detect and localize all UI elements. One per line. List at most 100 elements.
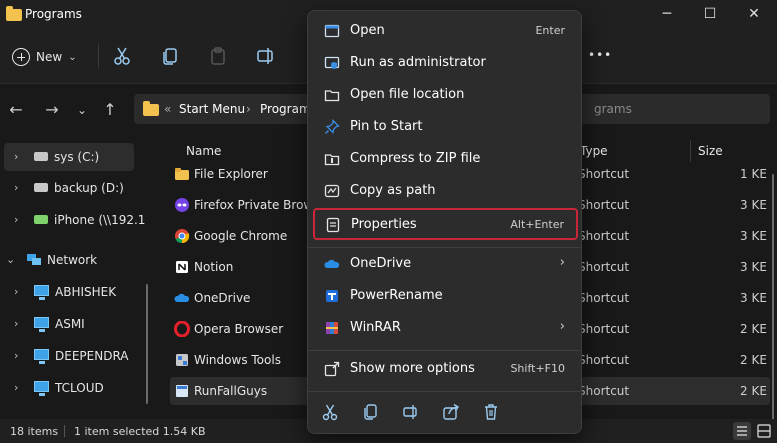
menu-item-powerrename[interactable]: PowerRename: [314, 281, 577, 311]
file-name: Notion: [194, 260, 234, 274]
menu-item-label: Properties: [351, 217, 417, 232]
column-header-size[interactable]: Size: [698, 144, 723, 158]
menu-item-show-more-options[interactable]: Show more options Shift+F10: [314, 354, 577, 384]
file-name: OneDrive: [194, 291, 251, 305]
chevron-down-icon[interactable]: ⌄: [6, 253, 15, 266]
share-icon[interactable]: [442, 403, 460, 421]
onedrive-icon: [324, 259, 340, 268]
copy-icon[interactable]: [362, 403, 380, 421]
file-size: 2 KE: [740, 384, 767, 398]
file-type: Shortcut: [578, 291, 630, 305]
more-options-button[interactable]: •••: [588, 48, 612, 62]
new-button[interactable]: New ⌄: [12, 44, 77, 70]
back-button[interactable]: ←: [6, 100, 26, 120]
column-divider[interactable]: [690, 140, 691, 162]
sidebar-item-sys-c[interactable]: › sys (C:): [4, 143, 134, 171]
network-drive-icon: [34, 215, 48, 224]
app-shortcut-icon: [176, 385, 188, 397]
chevron-right-icon[interactable]: ›: [14, 317, 18, 330]
sidebar-item-abhishek[interactable]: › ABHISHEK: [0, 278, 140, 306]
menu-item-shortcut: Alt+Enter: [510, 218, 564, 231]
sidebar-item-label: ABHISHEK: [55, 285, 117, 299]
computer-icon: [34, 285, 49, 300]
close-button[interactable]: ✕: [742, 4, 766, 24]
sidebar-item-label: backup (D:): [54, 181, 124, 195]
file-type: Shortcut: [578, 322, 630, 336]
sidebar-item-iphone[interactable]: › iPhone (\\192.1: [0, 206, 145, 234]
selection-info: 1 item selected 1.54 KB: [74, 425, 206, 438]
folder-shortcut-icon: [175, 168, 189, 180]
chevron-right-icon[interactable]: ›: [14, 285, 18, 298]
sidebar-item-network[interactable]: ⌄ Network: [0, 246, 140, 274]
column-header-type[interactable]: Type: [580, 144, 608, 158]
zip-icon: [324, 154, 340, 166]
menu-item-label: OneDrive: [350, 256, 412, 271]
cut-icon[interactable]: [112, 46, 132, 66]
file-type: Shortcut: [578, 198, 630, 212]
menu-item-properties[interactable]: Properties Alt+Enter: [313, 208, 578, 240]
column-header-name[interactable]: Name: [186, 144, 221, 158]
menu-item-label: WinRAR: [350, 320, 401, 335]
powerrename-icon: [326, 290, 338, 302]
minimize-button[interactable]: ─: [655, 4, 679, 24]
folder-icon: [324, 90, 340, 102]
chevron-right-icon[interactable]: ›: [14, 181, 18, 194]
address-bar[interactable]: « Start Menu › Programs: [134, 94, 317, 124]
notion-icon: [176, 261, 188, 273]
tiles-view-button[interactable]: [755, 422, 773, 440]
chevron-down-icon: ⌄: [68, 51, 77, 63]
breadcrumb-overflow[interactable]: «: [164, 102, 171, 116]
paste-icon[interactable]: [208, 46, 228, 66]
sidebar-item-asmi[interactable]: › ASMI: [0, 310, 140, 338]
details-view-button[interactable]: [733, 422, 751, 440]
sidebar-item-backup-d[interactable]: › backup (D:): [0, 174, 140, 202]
sidebar-item-label: sys (C:): [54, 150, 100, 164]
forward-button[interactable]: →: [42, 100, 62, 120]
menu-item-winrar[interactable]: WinRAR ›: [314, 313, 577, 343]
chrome-icon: [175, 229, 190, 244]
plus-icon: [12, 48, 30, 66]
up-button[interactable]: ↑: [100, 100, 120, 120]
file-type: Shortcut: [578, 353, 630, 367]
file-list-scrollbar[interactable]: [772, 174, 774, 424]
drive-icon: [34, 152, 48, 161]
breadcrumb-start-menu[interactable]: Start Menu: [179, 102, 245, 116]
pin-icon: [325, 119, 340, 134]
network-icon: [27, 254, 41, 265]
menu-item-open[interactable]: Open Enter: [314, 16, 577, 46]
sidebar-scrollbar[interactable]: [146, 284, 148, 404]
file-name: Google Chrome: [194, 229, 288, 243]
menu-item-copy-as-path[interactable]: Copy as path: [314, 176, 577, 206]
delete-icon[interactable]: [482, 403, 500, 421]
menu-item-label: Show more options: [350, 361, 475, 376]
chevron-right-icon[interactable]: ›: [14, 213, 18, 226]
rename-icon[interactable]: [402, 403, 420, 421]
recent-locations-button[interactable]: ⌄: [72, 100, 92, 120]
maximize-button[interactable]: ☐: [698, 4, 722, 24]
menu-item-pin-to-start[interactable]: Pin to Start: [314, 112, 577, 142]
rename-icon[interactable]: [256, 46, 276, 66]
open-icon: [324, 24, 340, 38]
sidebar-item-tcloud[interactable]: › TCLOUD: [0, 374, 140, 402]
file-type: Shortcut: [578, 167, 630, 181]
file-name: RunFallGuys: [194, 384, 268, 398]
computer-icon: [34, 317, 49, 332]
menu-item-run-as-administrator[interactable]: Run as administrator: [314, 48, 577, 78]
cut-icon[interactable]: [321, 403, 339, 421]
file-size: 3 KE: [740, 198, 767, 212]
chevron-right-icon[interactable]: ›: [14, 150, 18, 163]
menu-item-shortcut: Enter: [535, 24, 565, 37]
copy-path-icon: [324, 184, 340, 198]
menu-item-open-file-location[interactable]: Open file location: [314, 80, 577, 110]
search-input[interactable]: grams: [570, 94, 770, 124]
sidebar-item-deependra[interactable]: › DEEPENDRA: [0, 342, 140, 370]
properties-icon: [326, 217, 340, 233]
chevron-right-icon[interactable]: ›: [14, 349, 18, 362]
copy-icon[interactable]: [160, 46, 180, 66]
winrar-icon: [326, 322, 338, 334]
menu-divider: [308, 391, 581, 392]
menu-item-compress-to-zip[interactable]: Compress to ZIP file: [314, 144, 577, 174]
context-menu: Open Enter Run as administrator Open fil…: [307, 10, 582, 434]
chevron-right-icon[interactable]: ›: [14, 381, 18, 394]
menu-item-onedrive[interactable]: OneDrive ›: [314, 249, 577, 279]
